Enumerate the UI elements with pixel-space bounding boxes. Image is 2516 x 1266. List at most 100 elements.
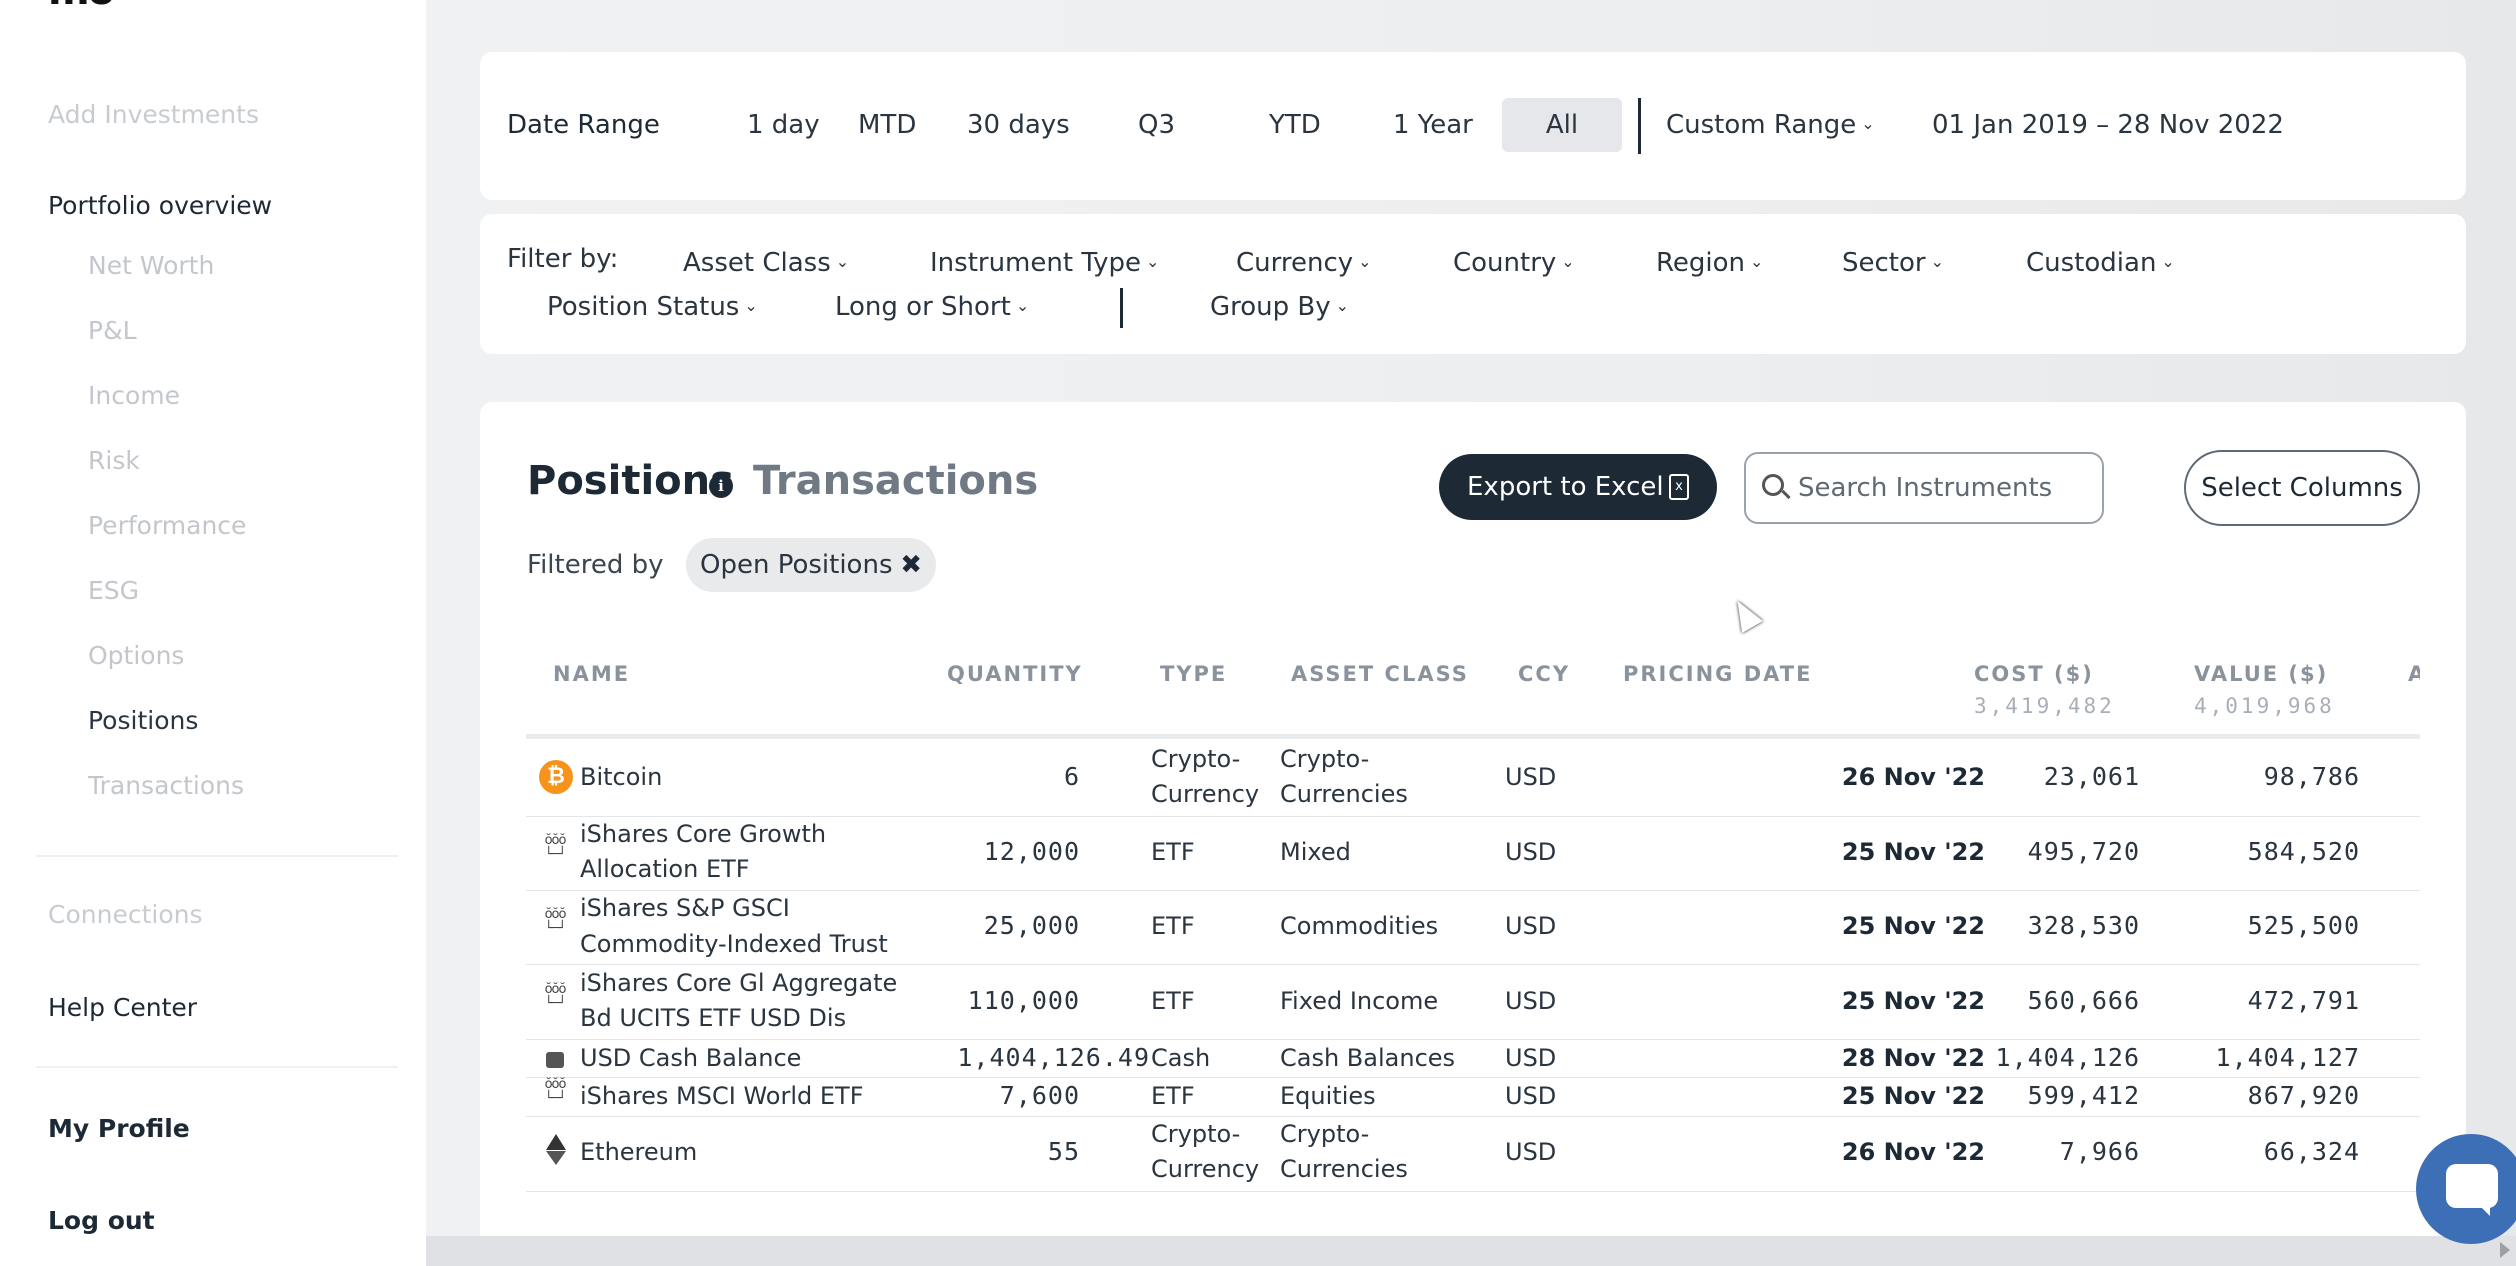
sidebar-item-log-out[interactable]: Log out — [48, 1206, 155, 1235]
cell-name[interactable]: Bitcoin — [580, 759, 662, 795]
column-header-name[interactable]: NAME — [553, 662, 630, 686]
date-range-card: Date Range 1 day MTD 30 days Q3 YTD 1 Ye… — [480, 52, 2466, 200]
cell-name-line-2[interactable]: Bd UCITS ETF USD Dis — [580, 1000, 846, 1036]
cell-name[interactable]: iShares S&P GSCI — [580, 890, 790, 926]
custom-range-dropdown[interactable]: Custom Range ⌄ — [1666, 110, 1875, 140]
cell-type: ETF — [1151, 912, 1195, 940]
cell-type: Currency — [1151, 1155, 1260, 1183]
filter-custodian[interactable]: Custodian ⌄ — [2026, 248, 2175, 278]
cell-value: 525,500 — [2247, 911, 2360, 940]
export-to-excel-button[interactable]: Export to Excel x — [1439, 454, 1717, 520]
cell-ccy: USD — [1505, 1044, 1557, 1072]
cell-name-line-2[interactable]: Allocation ETF — [580, 851, 750, 887]
cell-name[interactable]: Ethereum — [580, 1134, 697, 1170]
cell-asset-class: Mixed — [1280, 838, 1351, 866]
sidebar-item-portfolio-overview[interactable]: Portfolio overview — [48, 191, 272, 220]
export-label: Export to Excel — [1467, 472, 1664, 502]
filtered-by-label: Filtered by — [527, 550, 664, 580]
sidebar-item-add-investments[interactable]: Add Investments — [48, 100, 259, 129]
sidebar-item-connections[interactable]: Connections — [48, 900, 202, 929]
date-option-1-day[interactable]: 1 day — [747, 110, 820, 140]
filter-position-status[interactable]: Position Status ⌄ — [547, 292, 758, 322]
cell-type: ETF — [1151, 838, 1195, 866]
value-total: 4,019,968 — [2194, 694, 2335, 718]
filter-label: Asset Class — [683, 248, 831, 278]
filter-region[interactable]: Region ⌄ — [1656, 248, 1763, 278]
row-divider — [526, 1116, 2420, 1117]
sidebar-item-positions[interactable]: Positions — [88, 706, 198, 735]
cell-asset-class: Equities — [1280, 1082, 1376, 1110]
filter-instrument-type[interactable]: Instrument Type ⌄ — [930, 248, 1159, 278]
search-input[interactable] — [1798, 468, 2088, 508]
date-option-1-year[interactable]: 1 Year — [1393, 110, 1473, 140]
chevron-down-icon: ⌄ — [1930, 252, 1944, 271]
cell-cost: 599,412 — [2027, 1081, 2140, 1110]
sidebar-item-esg[interactable]: ESG — [88, 576, 139, 605]
tab-transactions[interactable]: Transactions — [753, 458, 1038, 504]
column-header-value[interactable]: VALUE ($) — [2194, 662, 2328, 686]
column-header-type[interactable]: TYPE — [1160, 662, 1227, 686]
cell-cost: 328,530 — [2027, 911, 2140, 940]
filter-currency[interactable]: Currency ⌄ — [1236, 248, 1372, 278]
info-icon[interactable]: i — [709, 474, 733, 498]
chat-support-button[interactable] — [2416, 1134, 2516, 1244]
select-columns-button[interactable]: Select Columns — [2184, 450, 2420, 526]
sidebar-item-options[interactable]: Options — [88, 641, 184, 670]
chevron-down-icon: ⌄ — [1561, 252, 1575, 271]
sidebar-item-transactions[interactable]: Transactions — [88, 771, 244, 800]
filter-group-by[interactable]: Group By ⌄ — [1210, 292, 1349, 322]
excel-file-icon: x — [1669, 474, 1689, 500]
scroll-right-icon[interactable] — [2500, 1242, 2510, 1258]
custom-range-label: Custom Range — [1666, 110, 1857, 140]
filter-chip-open-positions[interactable]: Open Positions ✖ — [686, 538, 936, 592]
cell-name[interactable]: iShares Core Gl Aggregate — [580, 965, 897, 1001]
sidebar-item-help-center[interactable]: Help Center — [48, 993, 197, 1022]
filter-long-or-short[interactable]: Long or Short ⌄ — [835, 292, 1029, 322]
cell-cost: 495,720 — [2027, 837, 2140, 866]
search-icon — [1762, 474, 1784, 496]
sidebar-item-my-profile[interactable]: My Profile — [48, 1114, 190, 1143]
cell-name[interactable]: USD Cash Balance — [580, 1040, 801, 1076]
mouse-cursor-icon — [1727, 595, 1763, 633]
sidebar-item-risk[interactable]: Risk — [88, 446, 140, 475]
cell-type: ETF — [1151, 987, 1195, 1015]
cell-quantity: 55 — [1047, 1137, 1080, 1166]
cell-cost: 23,061 — [2043, 762, 2140, 791]
cell-value: 584,520 — [2247, 837, 2360, 866]
filter-label: Region — [1656, 248, 1746, 278]
filter-asset-class[interactable]: Asset Class ⌄ — [683, 248, 849, 278]
date-option-ytd[interactable]: YTD — [1269, 110, 1321, 140]
cell-quantity: 1,404,126.49 — [957, 1043, 1150, 1072]
row-divider — [526, 890, 2420, 891]
cell-value: 472,791 — [2247, 986, 2360, 1015]
column-header-quantity[interactable]: QUANTITY — [947, 662, 1083, 686]
sidebar-item-income[interactable]: Income — [88, 381, 180, 410]
column-header-ccy[interactable]: CCY — [1518, 662, 1570, 686]
cell-name[interactable]: iShares Core Growth — [580, 816, 826, 852]
date-option-30-days[interactable]: 30 days — [967, 110, 1070, 140]
tab-positions[interactable]: Positions — [527, 458, 734, 504]
date-option-q3[interactable]: Q3 — [1138, 110, 1175, 140]
filter-sector[interactable]: Sector ⌄ — [1842, 248, 1944, 278]
cell-type: Currency — [1151, 780, 1260, 808]
cell-name-line-2[interactable]: Commodity-Indexed Trust — [580, 926, 888, 962]
app-logo[interactable]: mo — [48, 0, 113, 14]
column-header-next[interactable]: A — [2408, 662, 2420, 686]
close-icon[interactable]: ✖ — [900, 538, 922, 592]
cell-value: 867,920 — [2247, 1081, 2360, 1110]
column-header-asset-class[interactable]: ASSET CLASS — [1291, 662, 1469, 686]
sidebar-item-performance[interactable]: Performance — [88, 511, 246, 540]
sidebar-item-net-worth[interactable]: Net Worth — [88, 251, 214, 280]
date-option-all[interactable]: All — [1502, 98, 1622, 152]
filter-country[interactable]: Country ⌄ — [1453, 248, 1575, 278]
cell-name[interactable]: iShares MSCI World ETF — [580, 1078, 864, 1114]
search-box[interactable] — [1744, 452, 2104, 524]
cell-ccy: USD — [1505, 1082, 1557, 1110]
date-range-label: Date Range — [507, 110, 660, 140]
sidebar-item-pnl[interactable]: P&L — [88, 316, 137, 345]
horizontal-scrollbar[interactable] — [426, 1236, 2516, 1266]
column-header-pricing-date[interactable]: PRICING DATE — [1623, 662, 1812, 686]
ethereum-icon-base — [546, 1151, 566, 1165]
date-option-mtd[interactable]: MTD — [858, 110, 916, 140]
column-header-cost[interactable]: COST ($) — [1974, 662, 2094, 686]
